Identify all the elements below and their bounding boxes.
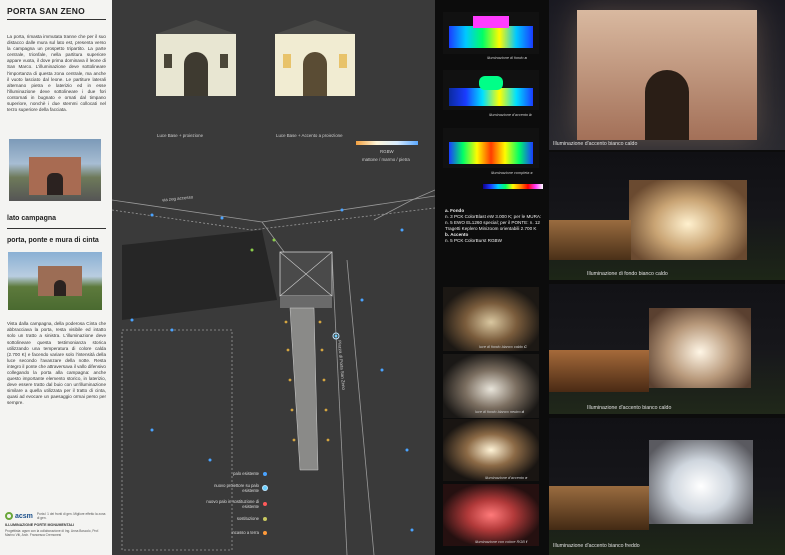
legend-marker (263, 502, 267, 506)
thumb-caption-d: luce di fondo bianco neutro d (475, 410, 524, 414)
plan-drawing (112, 189, 435, 555)
luminance-scale (483, 184, 543, 189)
render-panel: illuminazione di fondo a illuminazione d… (435, 0, 785, 555)
legend-marker (263, 486, 267, 490)
scale-title: RGBW (380, 149, 394, 154)
render-caption-2: Illuminazione di fondo bianco caldo (587, 271, 668, 277)
color-scale-bar (356, 141, 418, 145)
thumb-caption-c: luce di fondo bianco caldo C (479, 345, 527, 349)
left-text-column: PORTA SAN ZENO La porta, rimasta immutat… (0, 0, 112, 555)
photo-porta-daytime (9, 139, 101, 202)
acsm-logo: acsm (5, 512, 33, 520)
legend-marker (263, 530, 267, 535)
thumb-caption-e: illuminazione d'accento e (485, 476, 528, 480)
facade-elevation-b (275, 20, 355, 96)
render-caption-3: Illuminazione d'accento bianco caldo (587, 405, 672, 411)
render-accento-caldo-2 (549, 284, 785, 414)
thumb-f (443, 484, 539, 546)
logo-mark-icon (5, 512, 13, 520)
body-paragraph: Vista dalla campagna, della poderosa Cin… (7, 321, 106, 406)
footer-credit: Progettista: agsm con la collaborazione … (5, 529, 100, 537)
title-rule (7, 19, 106, 20)
thumb-d (443, 354, 539, 418)
thumb-e (443, 419, 539, 481)
facade-elevation-a (156, 20, 236, 96)
legend-item-incasso: incasso a terra (204, 530, 267, 535)
falsecolor-caption-c: illuminazione completa c (491, 171, 533, 175)
section-title-campagna: lato campagna (7, 215, 57, 223)
legend-item-palo-esistente: palo esistente (204, 471, 267, 476)
legend-item-nuovo-palo: nuovo palo in sostituzione di esistente (204, 499, 267, 509)
render-fondo-caldo (549, 152, 785, 280)
page-title: PORTA SAN ZENO (7, 6, 85, 16)
intro-paragraph: La porta, rimasta immutata tranne che pe… (7, 34, 106, 113)
render-accento-freddo (549, 418, 785, 555)
falsecolor-caption-a: illuminazione di fondo a (487, 56, 527, 60)
footer-title: ILLUMINAZIONE PORTE MONUMENTALI (5, 523, 75, 527)
section-rule (7, 228, 106, 230)
legend-marker (263, 471, 267, 476)
photo-porta-campagna (8, 252, 102, 311)
render-accento-caldo-1 (549, 0, 785, 150)
caption-luce-accento: Luce Base + Accento a proiezione (276, 133, 343, 138)
falsecolor-b (443, 70, 539, 110)
thumb-caption-f: illuminazione con colore RGB f (475, 540, 528, 544)
footer-note: Porta I 1 dei fronti di gen. Migliore ef… (36, 512, 106, 520)
spec-a-text: n. 3 PCK ColorBlast eW 3.000 K; per le M… (445, 214, 542, 231)
legend-item-sostituzione: sostituzione (204, 516, 267, 521)
spec-block: a. Fondo n. 3 PCK ColorBlast eW 3.000 K;… (445, 208, 545, 244)
render-caption-4: Illuminazione d'accento bianco freddo (553, 543, 640, 549)
section-title-ponte: porta, ponte e mura di cinta (7, 237, 99, 245)
falsecolor-a (443, 12, 539, 54)
falsecolor-c (443, 128, 539, 168)
legend-item-nuovo-proiettore: nuovo proiettore su palo esistente (204, 483, 267, 493)
render-caption-1: Illuminazione d'accento bianco caldo (553, 141, 638, 147)
caption-luce-base: Luce Base + proiezione (157, 133, 204, 138)
legend-marker (263, 516, 267, 521)
site-plan: Luce Base + proiezione Luce Base + Accen… (112, 0, 435, 555)
thumb-c (443, 287, 539, 351)
falsecolor-caption-b: illuminazione d'accento b (489, 113, 532, 117)
footer: acsm Porta I 1 dei fronti di gen. Miglio… (5, 512, 107, 537)
spec-b-text: n. 5 PCK ColorBurst RGBW (445, 238, 502, 243)
